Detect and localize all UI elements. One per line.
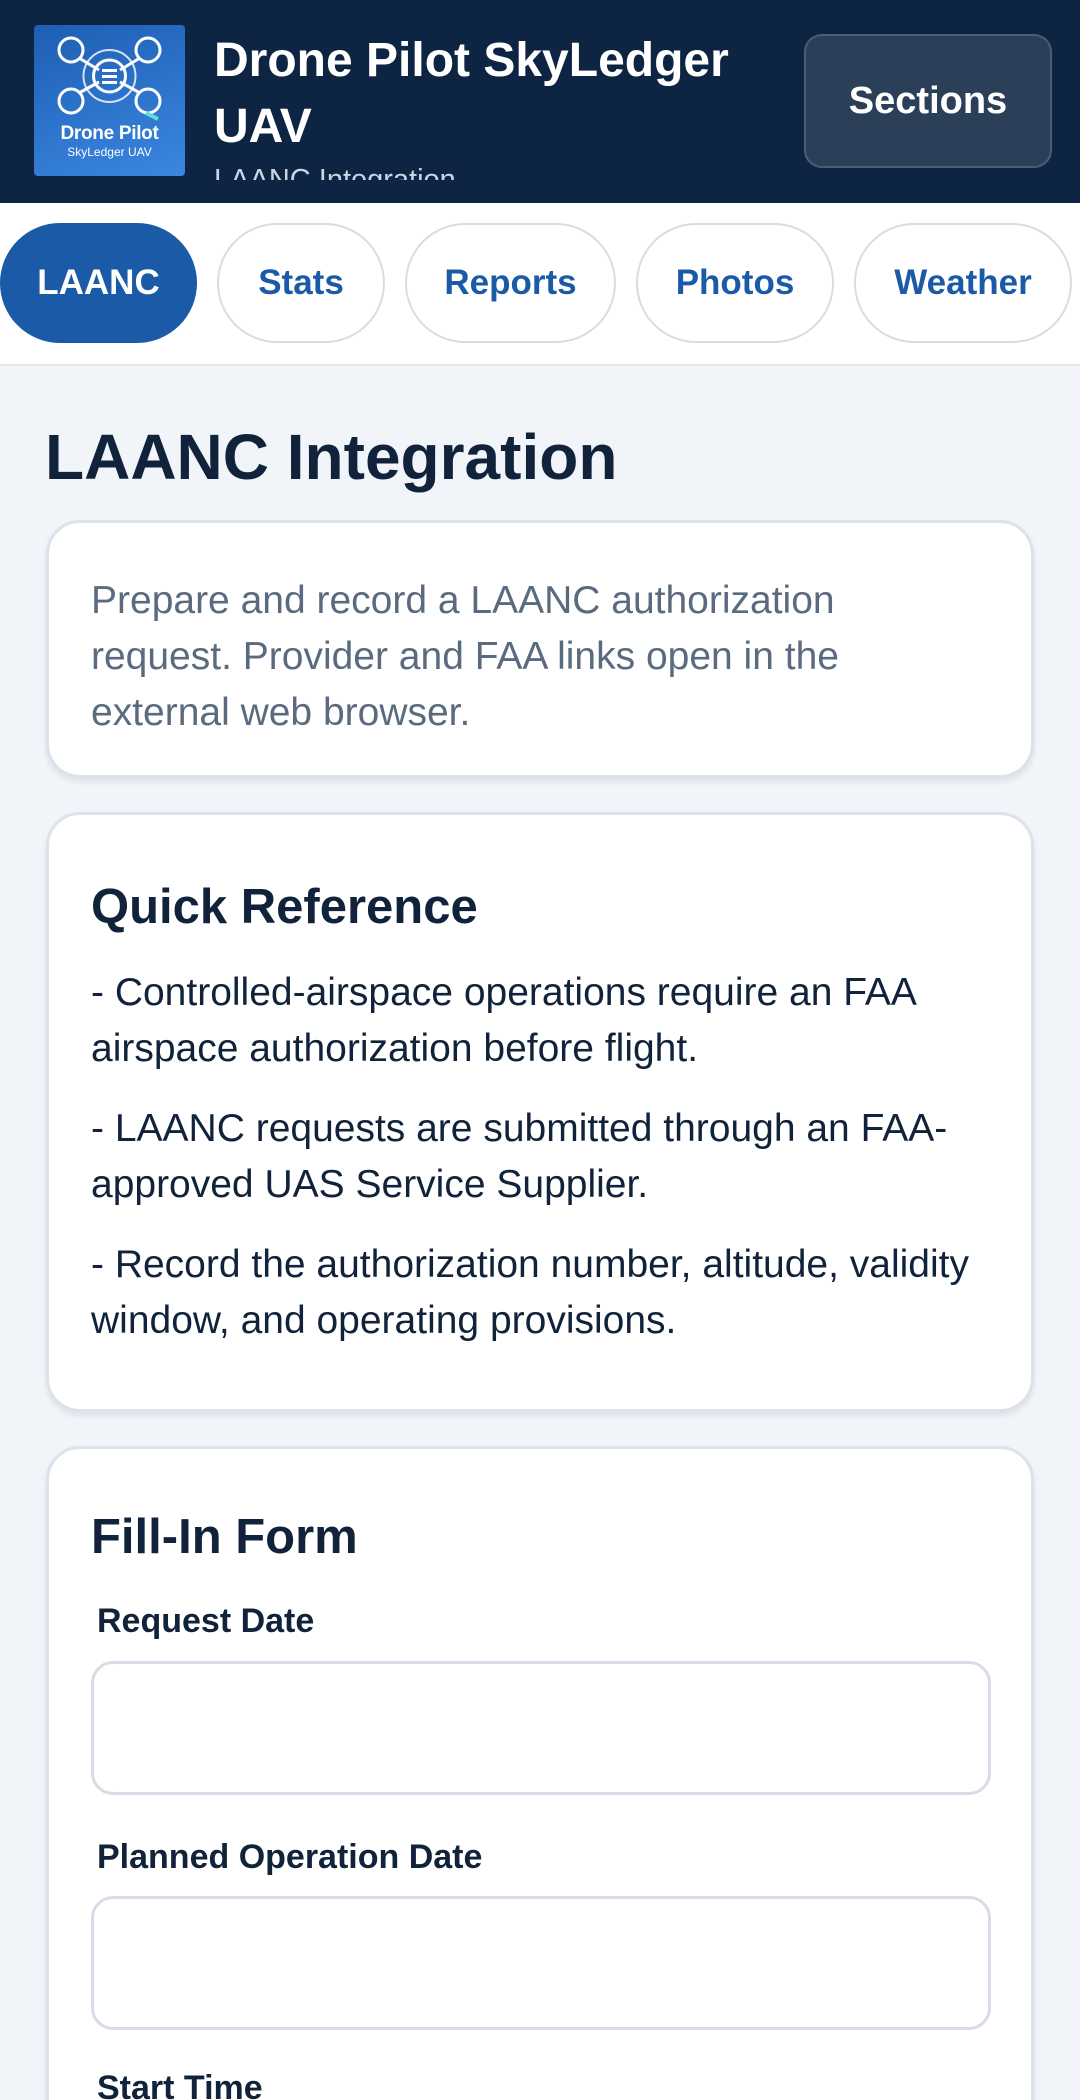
- fill-in-form-card: Fill-In Form Request Date Planned Operat…: [46, 1446, 1034, 2100]
- tab-stats[interactable]: Stats: [217, 223, 385, 343]
- quick-reference-heading: Quick Reference: [91, 880, 478, 934]
- app-subtitle: LAANC Integration: [214, 164, 456, 180]
- tab-photos[interactable]: Photos: [636, 223, 834, 343]
- reference-item: - LAANC requests are submitted through a…: [91, 1107, 948, 1206]
- form-heading: Fill-In Form: [91, 1510, 358, 1564]
- app-header: Drone Pilot SkyLedger UAV Drone Pilot Sk…: [0, 0, 1080, 203]
- reference-item: - Record the authorization number, altit…: [91, 1243, 969, 1342]
- tab-reports[interactable]: Reports: [405, 223, 616, 343]
- intro-card: Prepare and record a LAANC authorization…: [46, 520, 1034, 778]
- logo-subtitle: SkyLedger UAV: [67, 145, 152, 159]
- logo-title: Drone Pilot: [60, 123, 159, 144]
- tab-weather[interactable]: Weather: [854, 223, 1072, 343]
- quick-reference-card: Quick Reference - Controlled-airspace op…: [46, 812, 1034, 1412]
- app-logo: Drone Pilot SkyLedger UAV: [34, 25, 185, 176]
- planned-operation-date-label: Planned Operation Date: [97, 1838, 483, 1876]
- reference-item: - Controlled-airspace operations require…: [91, 971, 915, 1070]
- intro-text: Prepare and record a LAANC authorization…: [91, 579, 839, 734]
- tab-bar: LAANC Stats Reports Photos Weather: [0, 203, 1080, 366]
- tab-laanc[interactable]: LAANC: [0, 223, 197, 343]
- planned-operation-date-input[interactable]: [91, 1896, 991, 2030]
- app-title: Drone Pilot SkyLedger UAV: [214, 34, 729, 153]
- page-title: LAANC Integration: [45, 421, 618, 493]
- sections-button[interactable]: Sections: [804, 34, 1052, 168]
- start-time-label: Start Time: [97, 2069, 263, 2100]
- request-date-input[interactable]: [91, 1661, 991, 1795]
- request-date-label: Request Date: [97, 1602, 315, 1640]
